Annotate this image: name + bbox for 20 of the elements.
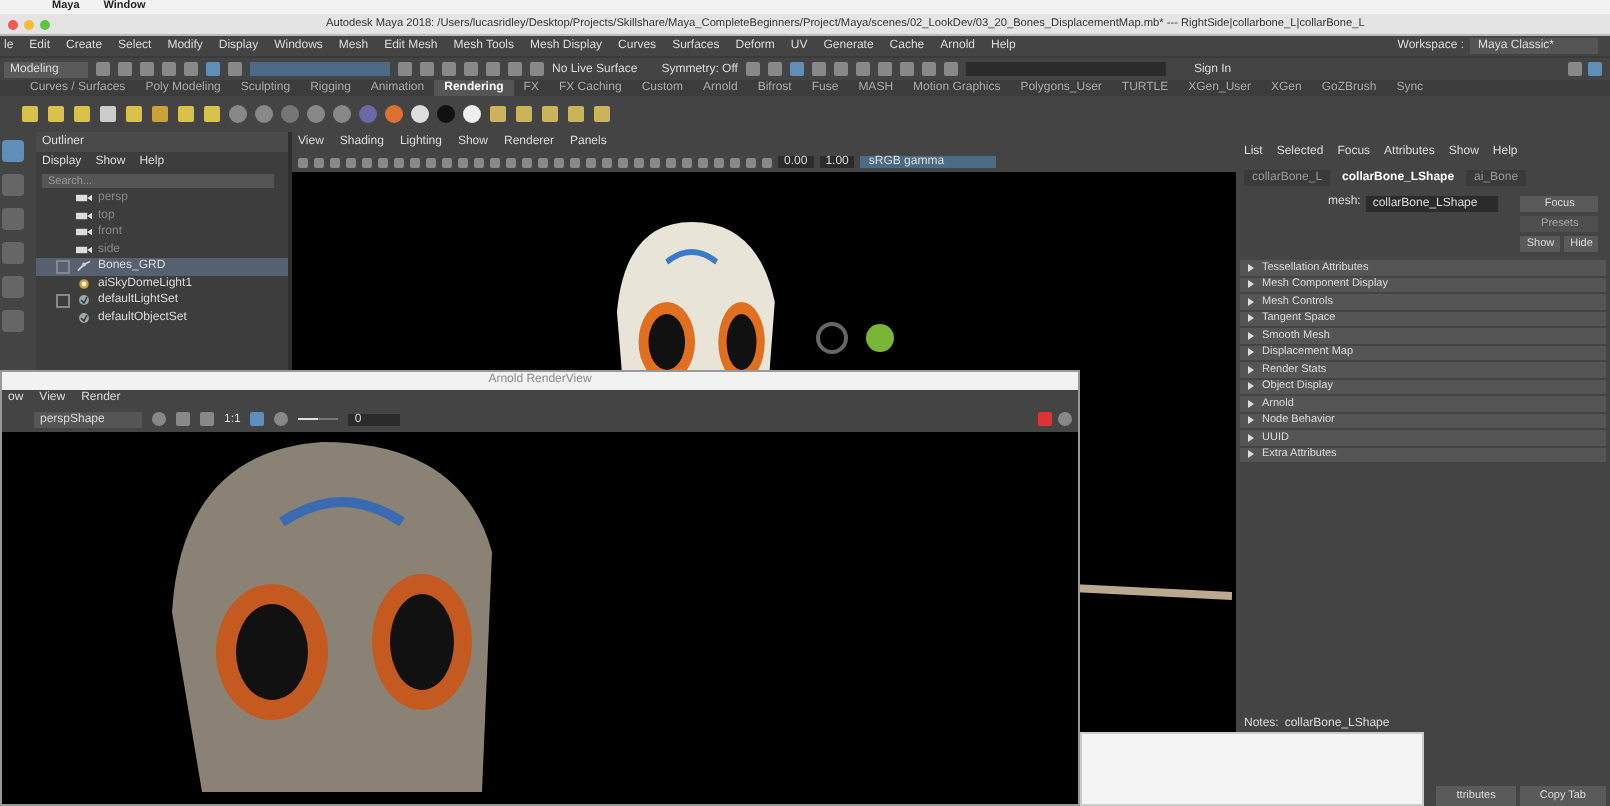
tool-icon[interactable] [2,174,24,196]
command-field[interactable] [965,62,1166,76]
camera-icon [76,226,92,239]
light-icon [76,277,92,290]
close-icon[interactable] [8,19,18,29]
tool-icon[interactable] [2,242,24,264]
light-manipulator-drawing [816,322,896,354]
set-icon [76,294,92,307]
expand-icon[interactable] [56,259,70,274]
set-icon [76,311,92,324]
maximize-icon[interactable] [40,19,50,29]
tool-icon[interactable] [2,310,24,332]
camera-icon [76,243,92,256]
camera-icon [76,209,92,222]
tool-icon[interactable] [2,276,24,298]
expand-icon[interactable] [56,293,70,308]
camera-icon [76,192,92,205]
tool-icon[interactable] [2,140,24,162]
tool-icon[interactable] [2,208,24,230]
transform-icon [76,260,92,273]
